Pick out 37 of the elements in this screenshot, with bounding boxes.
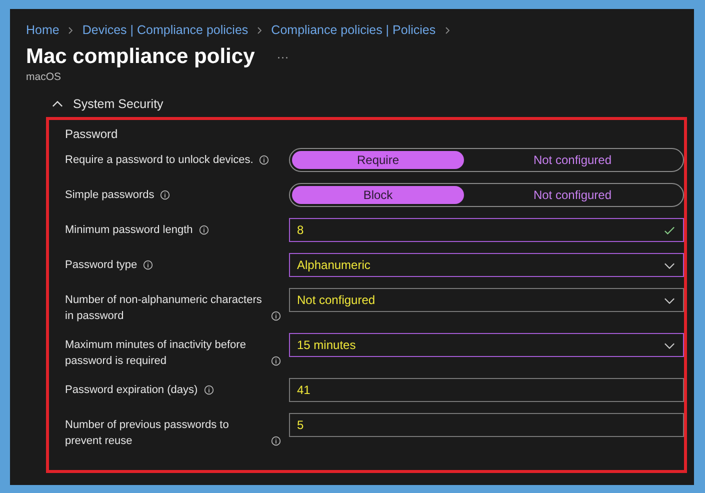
breadcrumb-link[interactable]: Compliance policies | Policies [271, 23, 436, 37]
setting-label: Password expiration (days) [65, 383, 198, 398]
info-icon [271, 356, 281, 366]
page-subtitle: macOS [26, 71, 62, 83]
breadcrumb-link[interactable]: Home [26, 23, 60, 37]
section-header[interactable]: System Security [73, 97, 164, 111]
dropdown[interactable]: Alphanumeric [289, 253, 684, 277]
setting-label: Minimum password length [65, 223, 193, 238]
setting-label: Number of non-alphanumeric characters in password [65, 293, 263, 324]
input-field[interactable]: 5 [289, 413, 684, 437]
setting-label: Maximum minutes of inactivity before password is required [65, 338, 247, 369]
toggle-option[interactable]: Not configured [464, 151, 681, 169]
setting-label: Simple passwords [65, 188, 154, 203]
more-button[interactable]: ··· [272, 48, 293, 66]
info-icon [271, 436, 281, 446]
toggle-option[interactable]: Require [292, 151, 464, 169]
chevron-right-icon [66, 26, 76, 34]
input-field[interactable]: 8 [289, 218, 684, 242]
toggle-option[interactable]: Block [292, 186, 464, 204]
info-icon [259, 155, 270, 165]
toggle-option[interactable]: Not configured [464, 186, 681, 204]
dropdown[interactable]: Not configured [289, 288, 684, 312]
breadcrumb-link[interactable]: Devices | Compliance policies [82, 23, 248, 37]
page-title: Mac compliance policy [26, 45, 255, 69]
dropdown[interactable]: 15 minutes [289, 333, 684, 357]
setting-label: Password type [65, 258, 138, 273]
group-title: Password [65, 126, 119, 143]
info-icon [204, 385, 214, 395]
info-icon [198, 225, 209, 235]
input-field[interactable]: 41 [289, 378, 684, 402]
info-icon [271, 311, 281, 321]
setting-label: Number of previous passwords to prevent reuse [65, 418, 230, 449]
info-icon [143, 260, 154, 270]
chevron-right-icon [442, 26, 452, 34]
setting-label: Require a password to unlock devices. [65, 153, 254, 168]
info-icon [160, 190, 170, 200]
chevron-right-icon [255, 26, 264, 34]
